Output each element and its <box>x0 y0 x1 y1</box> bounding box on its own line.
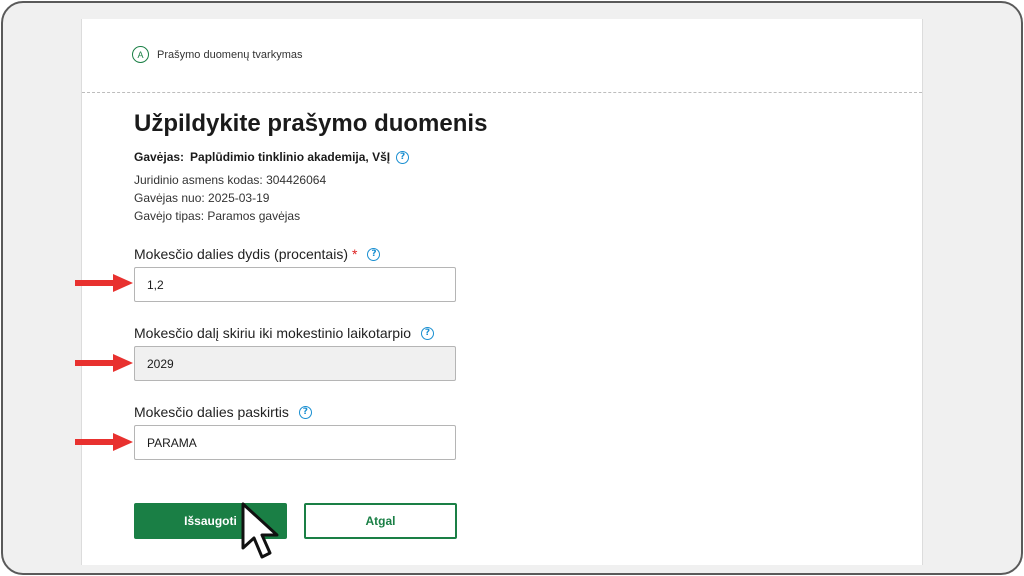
recipient-name: Paplūdimio tinklinio akademija, VšĮ <box>190 150 391 164</box>
mouse-pointer-icon <box>241 502 279 559</box>
arrow-right-icon <box>75 274 133 292</box>
step-indicator: A Prašymo duomenų tvarkymas <box>132 46 303 63</box>
recipient-label: Gavėjas: <box>134 150 185 164</box>
percent-field-label: Mokesčio dalies dydis (procentais) * ? <box>134 246 381 262</box>
period-input: 2029 <box>134 346 456 381</box>
required-marker: * <box>351 246 358 262</box>
purpose-help-icon[interactable]: ? <box>298 405 312 419</box>
recipient-help-icon[interactable]: ? <box>396 150 410 164</box>
form-panel: A Prašymo duomenų tvarkymas Užpildykite … <box>81 19 923 565</box>
purpose-field-label: Mokesčio dalies paskirtis ? <box>134 404 312 420</box>
recipient-row: Gavėjas: Paplūdimio tinklinio akademija,… <box>134 150 410 164</box>
purpose-label-text: Mokesčio dalies paskirtis <box>134 404 289 420</box>
legal-code-text: Juridinio asmens kodas: 304426064 <box>134 173 327 187</box>
page-title: Užpildykite prašymo duomenis <box>134 110 488 137</box>
percent-input[interactable]: 1,2 <box>134 267 456 302</box>
period-label-text: Mokesčio dalį skiriu iki mokestinio laik… <box>134 325 411 341</box>
period-help-icon[interactable]: ? <box>421 326 434 340</box>
back-button[interactable]: Atgal <box>304 503 457 539</box>
recipient-type-text: Gavėjo tipas: Paramos gavėjas <box>134 209 301 223</box>
section-divider <box>82 92 922 93</box>
purpose-input[interactable]: PARAMA <box>134 425 456 460</box>
percent-help-icon[interactable]: ? <box>367 247 381 261</box>
step-label: Prašymo duomenų tvarkymas <box>157 48 303 61</box>
arrow-right-icon <box>75 354 133 372</box>
step-badge: A <box>132 46 149 63</box>
screenshot-frame: A Prašymo duomenų tvarkymas Užpildykite … <box>1 1 1023 575</box>
period-field-label: Mokesčio dalį skiriu iki mokestinio laik… <box>134 325 434 341</box>
recipient-since-text: Gavėjas nuo: 2025-03-19 <box>134 191 270 205</box>
percent-label-text: Mokesčio dalies dydis (procentais) <box>134 246 348 262</box>
arrow-right-icon <box>75 433 133 451</box>
